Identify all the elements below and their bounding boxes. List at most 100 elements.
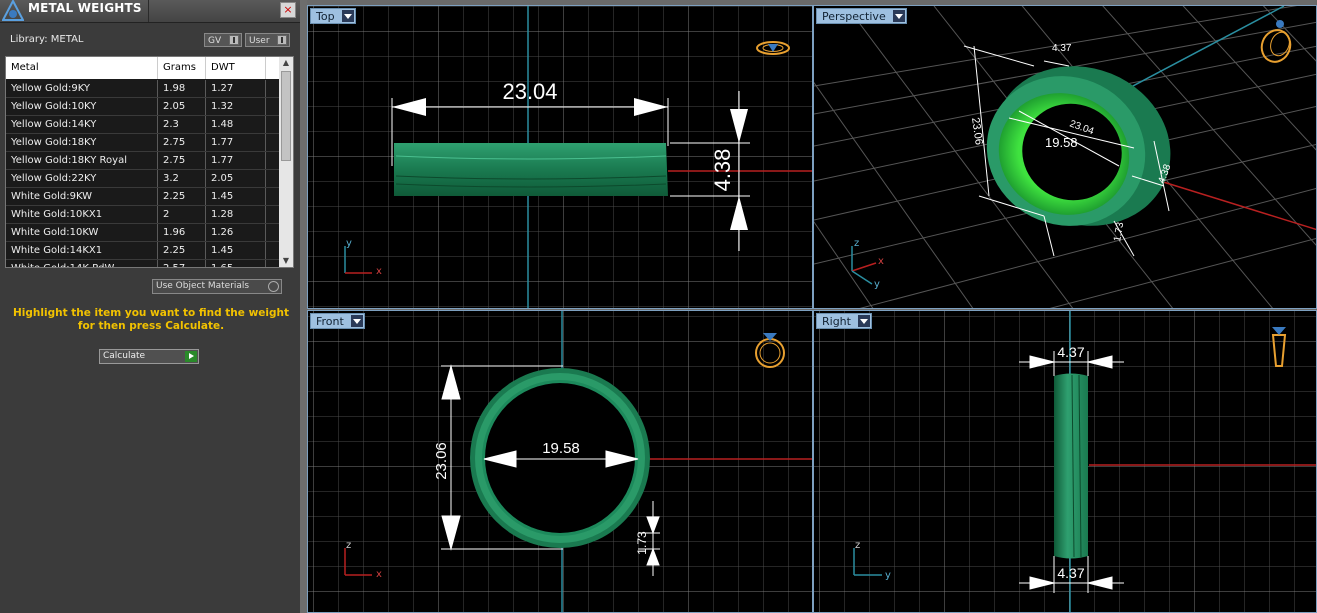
table-row[interactable]: White Gold:10KX1 2 1.28 [6, 206, 280, 224]
cell-grams: 2.75 [158, 152, 206, 169]
cell-metal: Yellow Gold:18KY [6, 134, 158, 151]
axis-z-label: z [855, 540, 860, 551]
dimension-width-label: 23.04 [502, 79, 557, 104]
dim-outer-label: 23.06 [969, 117, 985, 146]
chevron-down-icon[interactable] [350, 315, 363, 327]
ring-model[interactable] [1054, 373, 1088, 559]
cell-metal: White Gold:14KX1 [6, 242, 158, 259]
cell-grams: 2.05 [158, 98, 206, 115]
viewport-perspective-label[interactable]: Perspective [816, 8, 907, 24]
cell-dwt: 1.65 [206, 260, 266, 267]
cell-dwt: 1.45 [206, 242, 266, 259]
table-row[interactable]: Yellow Gold:10KY 2.05 1.32 [6, 98, 280, 116]
panel-splitter[interactable] [300, 0, 307, 613]
column-header-metal[interactable]: Metal [6, 57, 158, 79]
table-row[interactable]: White Gold:14KX1 2.25 1.45 [6, 242, 280, 260]
viewport-perspective-name: Perspective [822, 10, 886, 23]
metal-weights-panel: METAL WEIGHTS × Library: METAL GV User M… [0, 0, 300, 613]
instruction-text: Highlight the item you want to find the … [13, 307, 289, 332]
dim-outer-label: 23.06 [433, 442, 450, 480]
cell-grams: 2.3 [158, 116, 206, 133]
cell-grams: 2.25 [158, 188, 206, 205]
radio-icon [268, 281, 279, 292]
scroll-thumb[interactable] [281, 71, 291, 161]
gv-filter-toggle[interactable]: GV [204, 33, 242, 47]
table-row[interactable]: Yellow Gold:18KY Royal 2.75 1.77 [6, 152, 280, 170]
cell-metal: White Gold:10KX1 [6, 206, 158, 223]
axis-x-label: x [878, 256, 884, 267]
close-button[interactable]: × [280, 2, 296, 18]
cell-grams: 1.98 [158, 80, 206, 97]
cell-dwt: 1.77 [206, 134, 266, 151]
table-body: Yellow Gold:9KY 1.98 1.27 Yellow Gold:10KY 2… [6, 80, 280, 267]
dim-top-label: 4.37 [1057, 344, 1084, 360]
table-row[interactable]: Yellow Gold:9KY 1.98 1.27 [6, 80, 280, 98]
viewport-top[interactable]: 23.04 4.38 y x Top [307, 5, 813, 309]
scroll-down-icon[interactable]: ▼ [279, 255, 293, 267]
ring-model[interactable] [394, 143, 668, 196]
dim-bottom-label: 4.37 [1057, 565, 1084, 581]
axis-z-label: z [854, 238, 859, 249]
axis-y-label: y [885, 570, 891, 581]
app-logo-icon [2, 0, 24, 21]
axis-gizmo: z x y [851, 238, 884, 290]
scroll-up-icon[interactable]: ▲ [279, 57, 293, 69]
axis-z-label: z [346, 540, 351, 551]
cell-grams: 3.2 [158, 170, 206, 187]
cell-dwt: 1.48 [206, 116, 266, 133]
play-icon [185, 351, 197, 362]
user-filter-toggle[interactable]: User [245, 33, 290, 47]
viewport-top-name: Top [316, 10, 335, 23]
viewport-right-label[interactable]: Right [816, 313, 872, 329]
viewport-right-name: Right [822, 315, 851, 328]
cell-dwt: 1.32 [206, 98, 266, 115]
table-row[interactable]: Yellow Gold:22KY 3.2 2.05 [6, 170, 280, 188]
viewport-front-label[interactable]: Front [310, 313, 365, 329]
panel-title: METAL WEIGHTS [28, 1, 142, 15]
column-header-dwt[interactable]: DWT [206, 57, 266, 79]
panel-title-bar[interactable]: METAL WEIGHTS × [0, 0, 300, 23]
axis-x-label: x [376, 266, 382, 277]
table-row[interactable]: White Gold:14K PdW2.571.65 [6, 260, 280, 267]
front-view-canvas: 23.06 19.58 1.73 z x [308, 311, 812, 612]
table-row[interactable]: Yellow Gold:14KY 2.3 1.48 [6, 116, 280, 134]
table-row[interactable]: White Gold:10KW 1.96 1.26 [6, 224, 280, 242]
y-axis-line [1113, 6, 1285, 97]
cell-grams: 2.75 [158, 134, 206, 151]
dimension-height-label: 4.38 [710, 149, 735, 192]
chevron-down-icon[interactable] [892, 10, 905, 22]
axis-y-label: y [346, 238, 352, 249]
cell-metal: White Gold:14K PdW [6, 260, 158, 267]
cell-metal: Yellow Gold:18KY Royal [6, 152, 158, 169]
chevron-down-icon[interactable] [857, 315, 870, 327]
viewport-right[interactable]: 4.37 4.37 z y Right [813, 310, 1317, 613]
table-row[interactable]: Yellow Gold:18KY 2.75 1.77 [6, 134, 280, 152]
cell-metal: Yellow Gold:14KY [6, 116, 158, 133]
cell-metal: White Gold:10KW [6, 224, 158, 241]
viewport-perspective[interactable]: 23.06 19.58 23.04 4.37 4.38 1.73 z x y P… [813, 5, 1317, 309]
gv-filter-label: GV [208, 36, 222, 46]
chevron-down-icon[interactable] [341, 10, 354, 22]
dim-inner-label: 19.58 [1045, 135, 1078, 150]
title-tab-separator [148, 0, 149, 22]
dim-thick-label: 1.73 [635, 531, 649, 555]
calculate-button[interactable]: Calculate [99, 349, 199, 364]
right-view-canvas: 4.37 4.37 z y [814, 311, 1316, 612]
cell-dwt: 1.26 [206, 224, 266, 241]
table-header: Metal Grams DWT [6, 57, 280, 79]
use-object-materials-option[interactable]: Use Object Materials [152, 279, 282, 294]
axis-x-label: x [376, 569, 382, 580]
top-view-canvas: 23.04 4.38 y x [308, 6, 812, 308]
cell-metal: White Gold:9KW [6, 188, 158, 205]
metal-table: Metal Grams DWT Yellow Gold:9KY 1.98 1.27 Y… [5, 56, 294, 268]
use-object-materials-label: Use Object Materials [156, 281, 250, 291]
table-row[interactable]: White Gold:9KW 2.25 1.45 [6, 188, 280, 206]
cell-grams: 2.57 [158, 260, 206, 267]
viewport-front[interactable]: 23.06 19.58 1.73 z x Front [307, 310, 813, 613]
toggle-icon [277, 35, 287, 45]
x-axis-line [1143, 175, 1316, 231]
library-label: Library: METAL [10, 34, 84, 45]
table-scrollbar[interactable]: ▲ ▼ [279, 57, 293, 267]
viewport-top-label[interactable]: Top [310, 8, 356, 24]
column-header-grams[interactable]: Grams [158, 57, 206, 79]
